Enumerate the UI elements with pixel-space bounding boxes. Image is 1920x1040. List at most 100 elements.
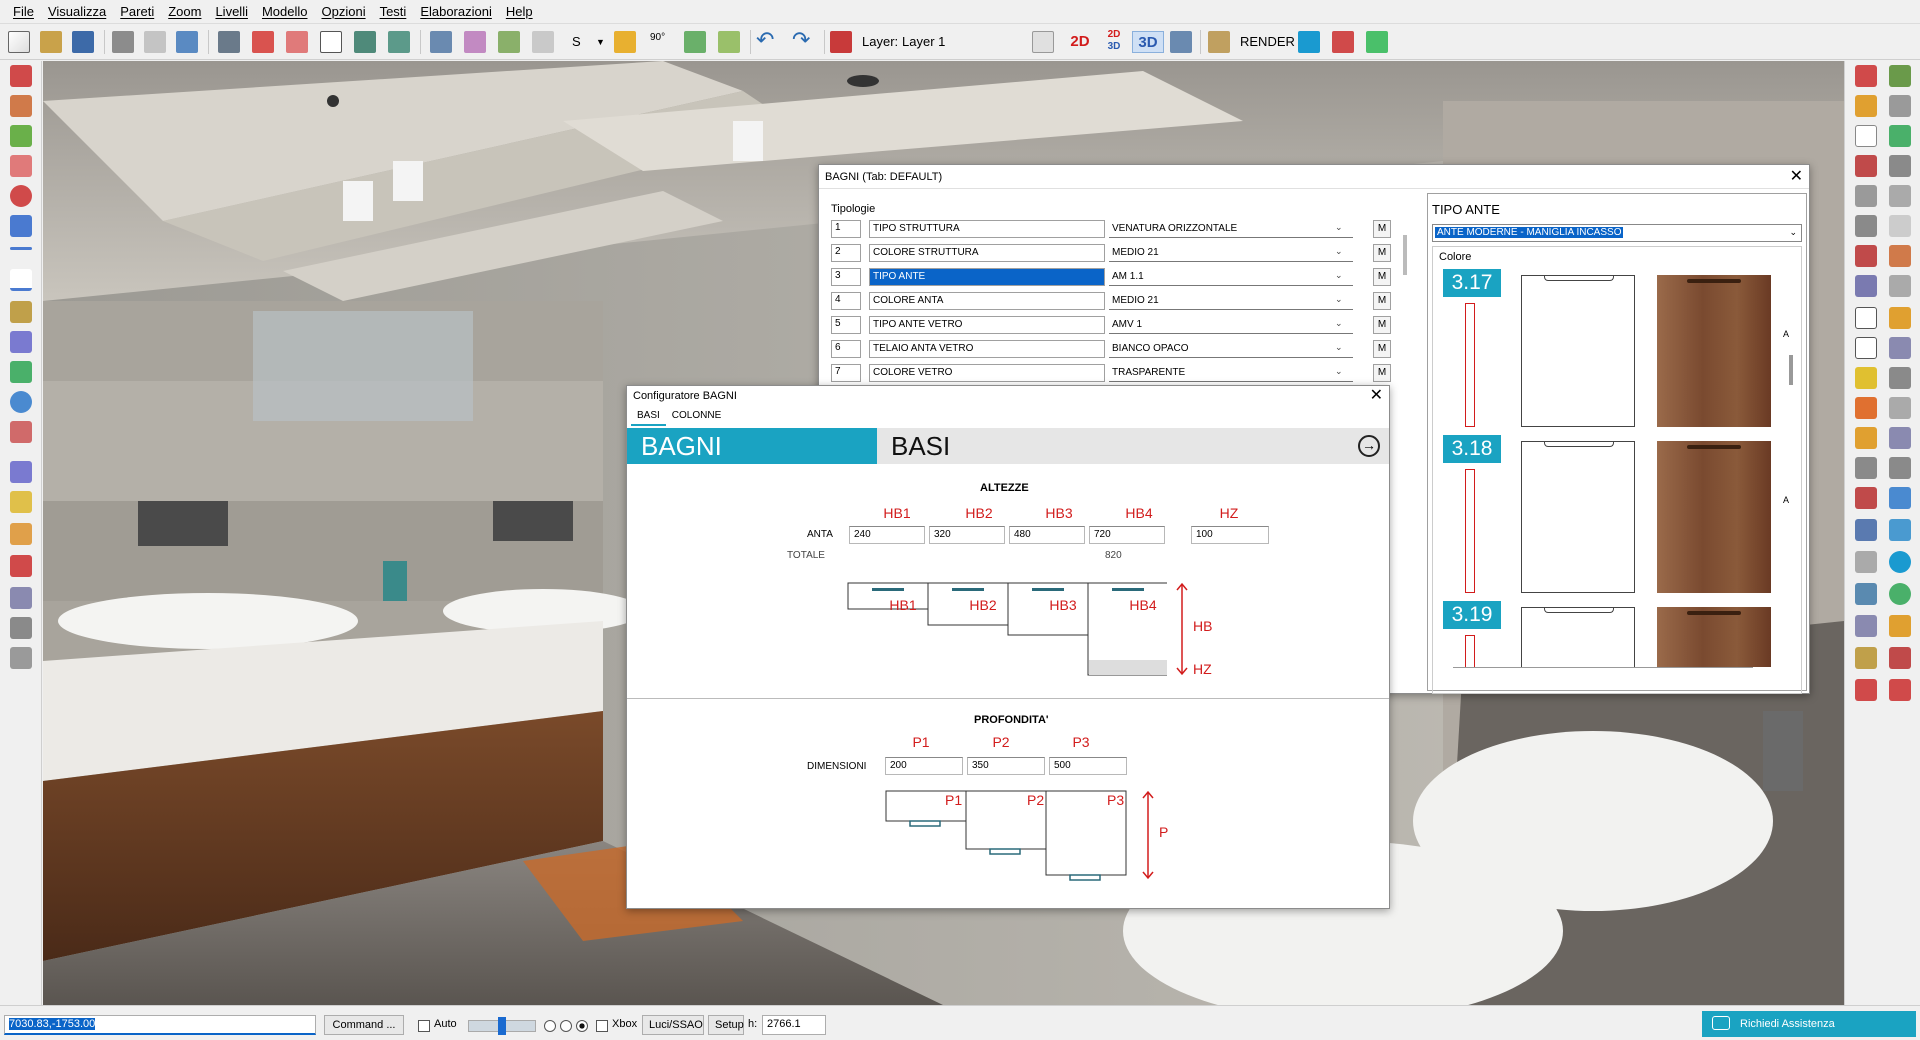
tab-basi[interactable]: BASI [631,408,666,426]
zoom-object-icon[interactable] [10,587,32,609]
swatch-scrollbar[interactable] [1789,355,1793,385]
web-icon[interactable] [1889,583,1911,605]
hb4-input[interactable]: 720 [1089,526,1165,544]
print-icon[interactable] [112,31,134,53]
menu-testi[interactable]: Testi [373,4,414,19]
edit-icon[interactable] [10,331,32,353]
bagni-title-bar[interactable]: BAGNI (Tab: DEFAULT) ✕ [819,165,1809,189]
snap-point-icon[interactable] [1855,65,1877,87]
row-value-select[interactable]: TRASPARENTE [1109,364,1353,382]
menu-help[interactable]: Help [499,4,540,19]
rotate-icon[interactable] [10,185,32,207]
tipologia-row[interactable]: 4 COLORE ANTA MEDIO 21 ⌄ M [831,291,1401,311]
camera2-icon[interactable] [10,647,32,669]
setup-button[interactable]: Setup [708,1015,744,1035]
hb1-input[interactable]: 240 [849,526,925,544]
row-value-select[interactable]: BIANCO OPACO [1109,340,1353,358]
export-icon[interactable] [1889,519,1911,541]
s-button[interactable]: S [572,34,581,49]
menu-elaborazioni[interactable]: Elaborazioni [413,4,499,19]
row-m-button[interactable]: M [1373,268,1391,286]
row-m-button[interactable]: M [1373,364,1391,382]
layer-value[interactable]: Layer 1 [902,34,945,49]
p1-input[interactable]: 200 [885,757,963,775]
row-name[interactable]: TIPO ANTE VETRO [869,316,1105,334]
wall-section-icon[interactable] [1889,155,1911,177]
table2-icon[interactable] [1855,551,1877,573]
radio-2[interactable] [560,1020,572,1032]
hb3-input[interactable]: 480 [1009,526,1085,544]
row-name[interactable]: COLORE STRUTTURA [869,244,1105,262]
configuratore-title-bar[interactable]: Configuratore BAGNI ✕ [627,386,1389,406]
measure-r-icon[interactable] [1889,245,1911,267]
lock-icon[interactable] [1855,647,1877,669]
sphere-icon[interactable] [10,461,32,483]
globe-icon[interactable] [1889,551,1911,573]
chevron-down-icon[interactable]: ⌄ [1335,366,1343,377]
render-button[interactable]: RENDER [1240,34,1295,49]
row-value-select[interactable]: MEDIO 21 [1109,292,1353,310]
hb2-input[interactable]: 320 [929,526,1005,544]
stairs-icon[interactable] [1855,155,1877,177]
copy-icon[interactable] [1855,519,1877,541]
shelf-icon[interactable] [1889,95,1911,117]
new-file-icon[interactable] [8,31,30,53]
view-3d-button[interactable]: 3D [1132,31,1164,53]
dimension-icon[interactable] [1889,307,1911,329]
area-icon[interactable] [718,31,740,53]
save-icon[interactable] [72,31,94,53]
line-h-icon[interactable] [10,247,32,250]
row-value-select[interactable]: VENATURA ORIZZONTALE [1109,220,1353,238]
cube-orange-icon[interactable] [1855,95,1877,117]
render-icon[interactable] [1208,31,1230,53]
tipologia-row[interactable]: 2 COLORE STRUTTURA MEDIO 21 ⌄ M [831,243,1401,263]
swatch-item[interactable]: 3.17 A [1443,269,1793,431]
pan-tool-icon[interactable] [10,125,32,147]
bulb2-icon[interactable] [1889,647,1911,669]
cube-red-icon[interactable] [252,31,274,53]
chevron-down-icon[interactable]: ⌄ [1335,342,1343,353]
zoom-window-icon[interactable] [1889,427,1911,449]
zoom-extent-icon[interactable] [1889,367,1911,389]
material-m-icon[interactable] [10,523,32,545]
row-name[interactable]: COLORE ANTA [869,292,1105,310]
color-wheel-icon[interactable] [464,31,486,53]
p2-input[interactable]: 350 [967,757,1045,775]
light-icon[interactable] [1855,275,1877,297]
chevron-down-icon[interactable]: ⌄ [1335,294,1343,305]
move-tool-icon[interactable] [10,95,32,117]
cube-green-icon[interactable] [354,31,376,53]
cube-red2-icon[interactable] [1855,397,1877,419]
cube-teal-icon[interactable] [388,31,410,53]
radio-3[interactable] [576,1020,588,1032]
swatch-hscroll[interactable] [1453,667,1753,668]
render-r-icon[interactable] [1855,583,1877,605]
layers-icon[interactable] [10,491,32,513]
chevron-down-icon[interactable]: ⌄ [1335,318,1343,329]
tipologia-row[interactable]: 5 TIPO ANTE VETRO AMV 1 ⌄ M [831,315,1401,335]
wrench-icon[interactable] [1855,457,1877,479]
chevron-down-icon[interactable]: ⌄ [1335,246,1343,257]
snap-icon[interactable] [10,421,32,443]
box-icon[interactable] [614,31,636,53]
select-tool-icon[interactable] [10,65,32,87]
open-folder-icon[interactable] [40,31,62,53]
auto-checkbox[interactable] [418,1020,430,1032]
luci-ssao-button[interactable]: Luci/SSAO [642,1015,704,1035]
assist-button[interactable]: Richiedi Assistenza [1702,1011,1916,1037]
measure-icon[interactable] [684,31,706,53]
h-input[interactable]: 2766.1 [762,1015,826,1035]
cube-outline-icon[interactable] [320,31,342,53]
light-red-icon[interactable] [1855,487,1877,509]
row-name[interactable]: TELAIO ANTA VETRO [869,340,1105,358]
command-button[interactable]: Command ... [324,1015,404,1035]
eraser-icon[interactable] [10,155,32,177]
cube-gold-icon[interactable] [1855,427,1877,449]
configuratore-close-button[interactable]: ✕ [1370,386,1383,406]
tipologia-row[interactable]: 7 COLORE VETRO TRASPARENTE ⌄ M [831,363,1401,383]
slider-thumb[interactable] [498,1017,506,1035]
row-value-select[interactable]: MEDIO 21 [1109,244,1353,262]
row-m-button[interactable]: M [1373,316,1391,334]
frame-icon[interactable] [1855,125,1877,147]
row-value-select[interactable]: AMV 1 [1109,316,1353,334]
